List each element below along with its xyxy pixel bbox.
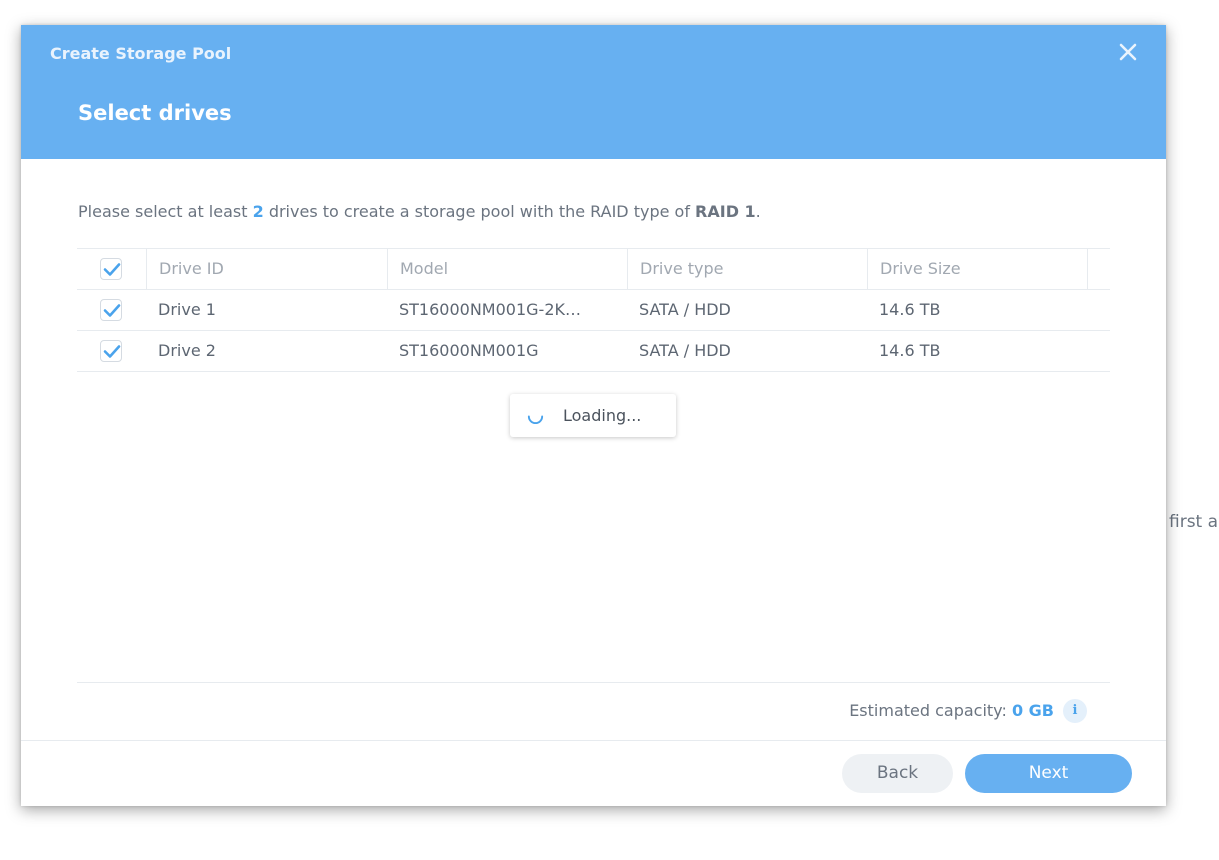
step-title: Select drives [78, 101, 232, 125]
column-header-model[interactable]: Model [387, 249, 628, 289]
check-icon [103, 263, 121, 276]
background-partial-text: first a [1169, 512, 1219, 532]
loading-indicator: Loading... [510, 394, 676, 437]
create-storage-pool-dialog: Create Storage Pool Select drives Please… [21, 25, 1166, 806]
dialog-header: Create Storage Pool Select drives [21, 25, 1166, 159]
select-all-checkbox[interactable] [100, 258, 122, 280]
drive-table: Drive ID Model Drive type Drive Size Dri… [77, 248, 1110, 372]
column-header-drive-type[interactable]: Drive type [627, 249, 868, 289]
table-row[interactable]: Drive 2 ST16000NM001G SATA / HDD 14.6 TB [77, 331, 1110, 372]
raid-type: RAID 1 [695, 202, 756, 221]
table-row[interactable]: Drive 1 ST16000NM001G-2K… SATA / HDD 14.… [77, 290, 1110, 331]
drive-size: 14.6 TB [879, 341, 941, 360]
drive-id: Drive 2 [158, 341, 216, 360]
capacity-label: Estimated capacity: [849, 701, 1012, 720]
estimated-capacity: Estimated capacity: 0 GB [849, 701, 1054, 720]
drive-model: ST16000NM001G [399, 341, 539, 360]
instruction-suffix: . [755, 202, 761, 221]
table-header-row: Drive ID Model Drive type Drive Size [77, 248, 1110, 290]
next-button[interactable]: Next [965, 754, 1132, 793]
row-select-cell [77, 290, 146, 330]
row-checkbox[interactable] [100, 340, 122, 362]
content-divider [77, 682, 1110, 683]
instruction-middle: drives to create a storage pool with the… [263, 202, 696, 221]
column-header-drive-size[interactable]: Drive Size [867, 249, 1086, 289]
loading-text: Loading... [563, 406, 642, 425]
instruction-text: Please select at least 2 drives to creat… [78, 202, 761, 221]
column-header-drive-id[interactable]: Drive ID [146, 249, 388, 289]
spinner-icon [527, 415, 544, 425]
close-icon [1119, 43, 1137, 61]
capacity-value: 0 GB [1011, 701, 1054, 720]
min-drive-count: 2 [252, 202, 264, 221]
check-icon [103, 345, 121, 358]
dialog-title: Create Storage Pool [50, 44, 232, 63]
drive-type: SATA / HDD [639, 300, 731, 319]
drive-size: 14.6 TB [879, 300, 941, 319]
select-all-cell [77, 249, 146, 289]
row-checkbox[interactable] [100, 299, 122, 321]
check-icon [103, 304, 121, 317]
info-icon[interactable]: i [1063, 699, 1087, 723]
drive-type: SATA / HDD [639, 341, 731, 360]
close-button[interactable] [1118, 42, 1138, 62]
drive-id: Drive 1 [158, 300, 216, 319]
back-button[interactable]: Back [842, 754, 953, 793]
footer-divider [21, 740, 1166, 741]
row-select-cell [77, 331, 146, 371]
instruction-prefix: Please select at least [78, 202, 253, 221]
drive-model: ST16000NM001G-2K… [399, 300, 581, 319]
column-header-spacer [1087, 249, 1111, 289]
